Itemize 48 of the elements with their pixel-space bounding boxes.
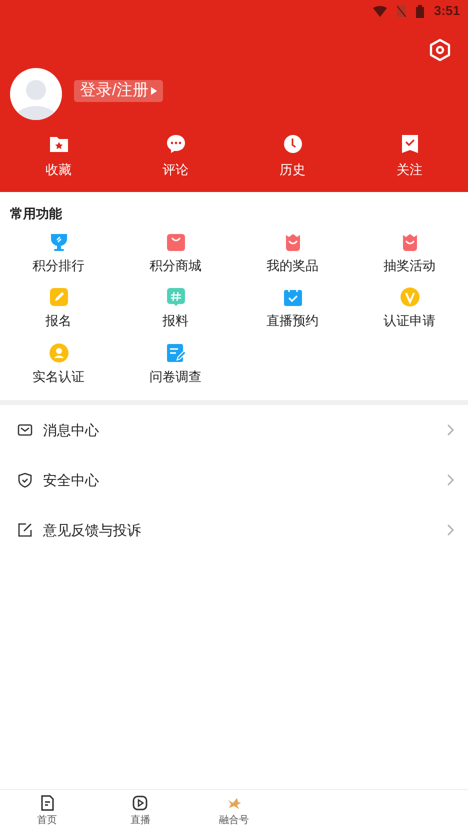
function-label[interactable]: 报料 bbox=[162, 311, 188, 330]
envelope-icon bbox=[17, 422, 33, 438]
status-time: 3:51 bbox=[434, 2, 460, 20]
nav-tab[interactable]: 首页 bbox=[0, 790, 94, 833]
shortcut-label[interactable]: 历史 bbox=[280, 160, 306, 180]
hashtag-bubble-icon[interactable] bbox=[166, 287, 186, 307]
shield-check-icon bbox=[17, 472, 33, 488]
document-edit-icon[interactable] bbox=[166, 342, 186, 362]
wifi-icon bbox=[372, 6, 387, 16]
section-title: 常用功能 bbox=[10, 205, 63, 223]
menu-item[interactable]: 安全中心 bbox=[0, 455, 468, 505]
play-square-icon bbox=[132, 795, 148, 811]
no-sim-icon bbox=[396, 5, 406, 17]
function-label[interactable]: 报名 bbox=[46, 311, 72, 330]
chevron-right-icon bbox=[447, 474, 454, 486]
function-label[interactable]: 积分排行 bbox=[32, 256, 84, 275]
function-label[interactable]: 我的奖品 bbox=[266, 256, 318, 275]
chevron-right-icon bbox=[447, 524, 454, 536]
function-label[interactable]: 问卷调查 bbox=[150, 366, 202, 386]
chevron-right-icon bbox=[447, 424, 454, 436]
chat-bubble-icon[interactable] bbox=[166, 134, 186, 154]
function-label[interactable]: 直播预约 bbox=[266, 311, 318, 330]
menu-item[interactable]: 消息中心 bbox=[0, 405, 468, 455]
document-icon bbox=[38, 795, 55, 811]
function-label[interactable]: 实名认证 bbox=[32, 366, 84, 386]
shortcut-label[interactable]: 关注 bbox=[396, 160, 422, 180]
person-badge-icon[interactable] bbox=[48, 342, 68, 362]
badge-v-icon[interactable] bbox=[400, 287, 420, 307]
nav-tab[interactable]: 直播 bbox=[94, 790, 188, 833]
function-label[interactable]: 认证申请 bbox=[384, 311, 436, 330]
calendar-check-icon[interactable] bbox=[282, 287, 302, 307]
edit-icon bbox=[17, 522, 33, 538]
pencil-icon[interactable] bbox=[48, 287, 68, 307]
settings-icon[interactable] bbox=[429, 38, 451, 62]
clock-icon[interactable] bbox=[282, 134, 302, 154]
folder-star-icon[interactable] bbox=[48, 134, 68, 154]
nav-tab[interactable]: 融合号 bbox=[187, 790, 281, 833]
menu-item[interactable]: 意见反馈与投诉 bbox=[0, 505, 468, 555]
function-label[interactable]: 抽奖活动 bbox=[384, 256, 436, 275]
shortcut-label[interactable]: 收藏 bbox=[46, 160, 72, 180]
shortcut-label[interactable]: 评论 bbox=[162, 160, 188, 180]
battery-icon bbox=[416, 4, 424, 18]
avatar[interactable] bbox=[10, 68, 62, 120]
bookmark-check-icon[interactable] bbox=[400, 134, 420, 154]
trophy-icon[interactable] bbox=[48, 232, 68, 252]
function-label[interactable]: 积分商城 bbox=[150, 256, 202, 275]
shopping-bag-icon[interactable] bbox=[166, 232, 186, 252]
play-icon bbox=[151, 87, 158, 95]
